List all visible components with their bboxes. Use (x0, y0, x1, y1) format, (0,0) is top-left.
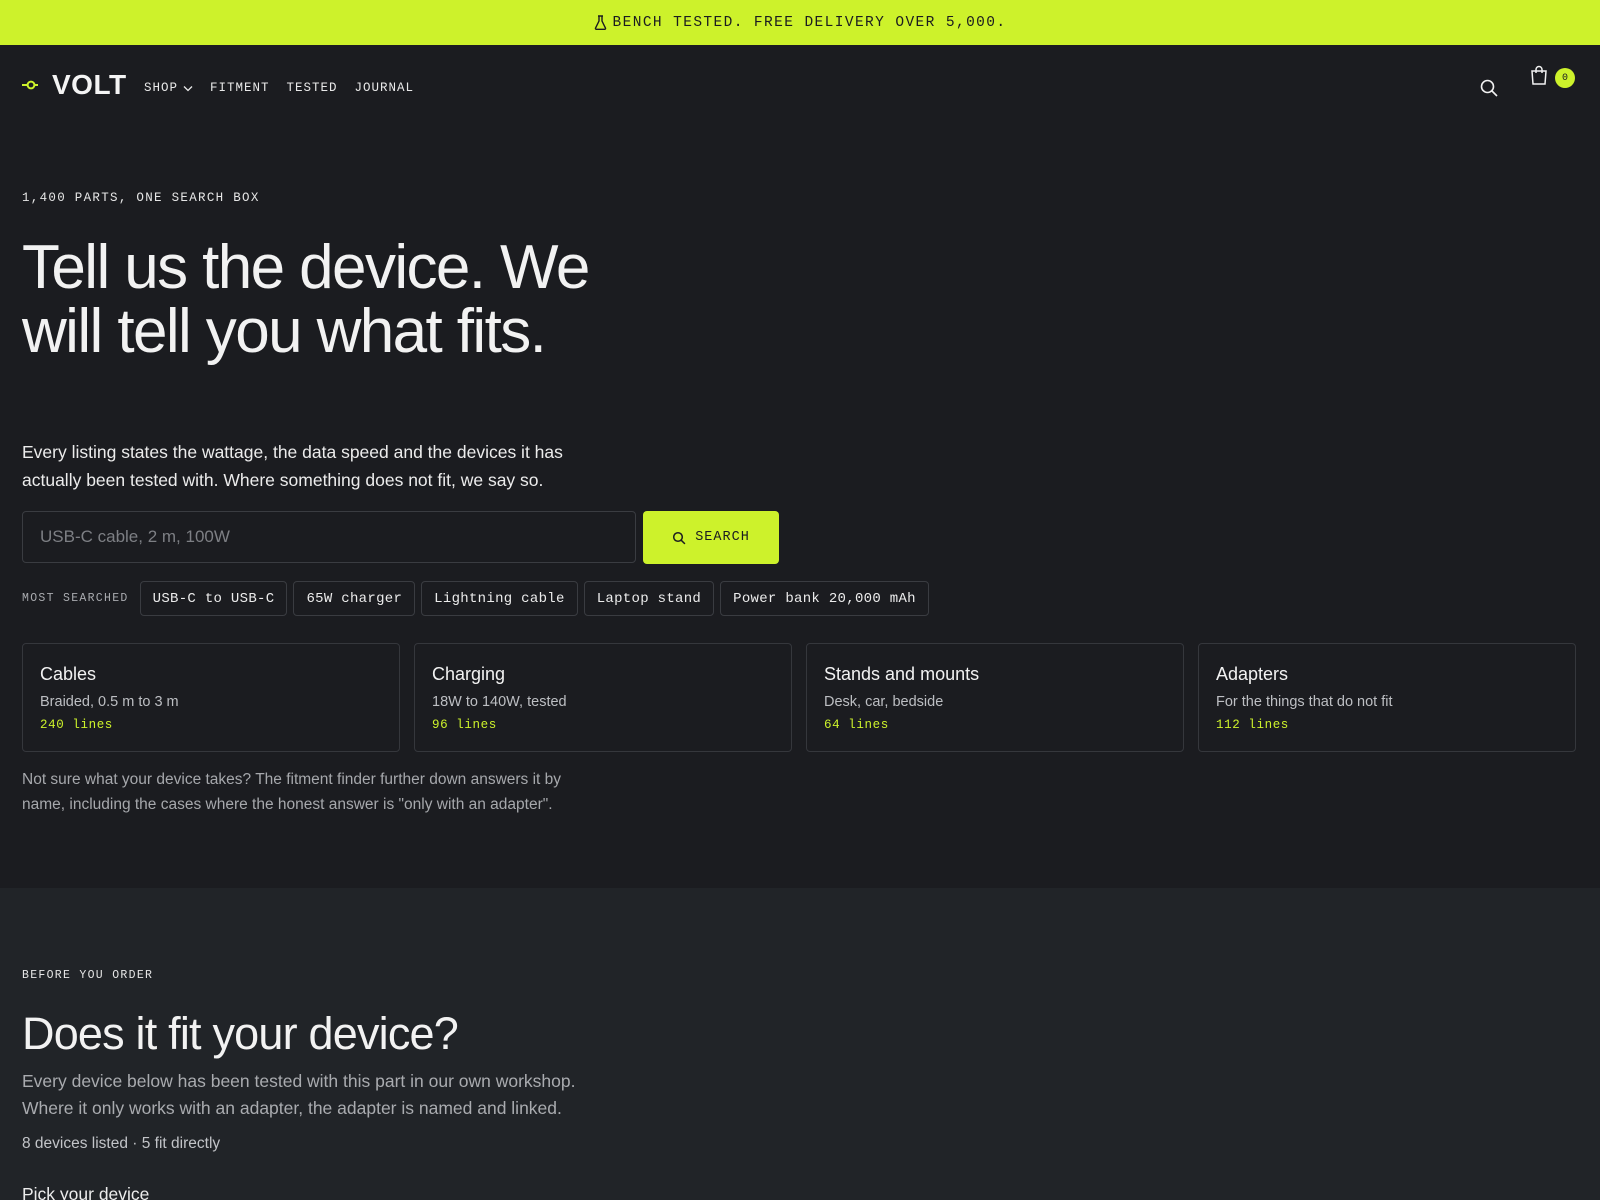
category-title: Adapters (1216, 664, 1289, 684)
search-input[interactable] (22, 511, 636, 563)
flask-icon (594, 15, 606, 30)
category-count: 240 lines (40, 718, 113, 732)
search-chip[interactable]: Laptop stand (583, 581, 715, 616)
search-chip[interactable]: 65W charger (293, 581, 416, 616)
announcement-bar: BENCH TESTED. FREE DELIVERY OVER 5,000. (0, 0, 1600, 45)
search-icon (673, 531, 686, 544)
cart-button[interactable]: 0 (1530, 65, 1578, 91)
pick-device-label: Pick your device (22, 1184, 150, 1200)
category-title: Stands and mounts (824, 664, 980, 684)
category-count: 64 lines (824, 718, 889, 732)
fitment-subtitle: Every device below has been tested with … (22, 1071, 576, 1118)
nav-item-shop[interactable]: SHOP (144, 81, 193, 95)
search-chip[interactable]: Lightning cable (421, 581, 578, 616)
cart-count-badge: 0 (1555, 68, 1575, 88)
search-button-label: SEARCH (695, 530, 750, 545)
plug-logo-icon (22, 80, 38, 90)
category-card-charging[interactable]: Charging 18W to 140W, tested 96 lines (414, 643, 792, 752)
brand-name: VOLT (52, 69, 127, 100)
category-title: Charging (432, 664, 506, 684)
nav-item-journal[interactable]: JOURNAL (355, 81, 415, 95)
category-description: 18W to 140W, tested (432, 694, 567, 710)
main-navigation: VOLT SHOP FITMENT TESTED JOURNAL 0 (0, 45, 1600, 127)
search-form: SEARCH (22, 511, 779, 564)
nav-item-tested[interactable]: TESTED (287, 81, 338, 95)
category-count: 96 lines (432, 718, 497, 732)
hero-title: Tell us the device. We will tell you wha… (22, 233, 590, 366)
fitment-section: BEFORE YOU ORDER Does it fit your device… (0, 888, 1600, 1200)
logo[interactable]: VOLT (22, 69, 127, 101)
chevron-down-icon (183, 85, 193, 91)
fitment-eyebrow: BEFORE YOU ORDER (22, 969, 154, 982)
category-card-adapters[interactable]: Adapters For the things that do not fit … (1198, 643, 1576, 752)
fitment-title: Does it fit your device? (22, 1008, 459, 1059)
announcement-text: BENCH TESTED. FREE DELIVERY OVER 5,000. (612, 14, 1007, 31)
nav-links: SHOP FITMENT TESTED JOURNAL (144, 81, 414, 95)
hero-eyebrow: 1,400 PARTS, ONE SEARCH BOX (22, 191, 260, 205)
fitment-device-count: 8 devices listed · 5 fit directly (22, 1135, 221, 1152)
category-description: Desk, car, bedside (824, 694, 944, 710)
category-description: Braided, 0.5 m to 3 m (40, 694, 179, 710)
category-title: Cables (40, 664, 97, 684)
fitment-finder-note: Not sure what your device takes? The fit… (22, 771, 562, 813)
most-searched-label: MOST SEARCHED (22, 592, 129, 605)
search-chip[interactable]: Power bank 20,000 mAh (720, 581, 929, 616)
search-button[interactable]: SEARCH (643, 511, 779, 564)
most-searched: MOST SEARCHED USB-C to USB-C 65W charger… (22, 581, 929, 616)
category-description: For the things that do not fit (1216, 694, 1393, 710)
category-count: 112 lines (1216, 718, 1289, 732)
category-card-stands-and-mounts[interactable]: Stands and mounts Desk, car, bedside 64 … (806, 643, 1184, 752)
hero-subtitle: Every listing states the wattage, the da… (22, 442, 563, 490)
search-icon[interactable] (1479, 78, 1499, 98)
search-chip[interactable]: USB-C to USB-C (139, 581, 288, 616)
category-cards: Cables Braided, 0.5 m to 3 m 240 lines C… (22, 643, 1576, 752)
shopping-bag-icon (1531, 65, 1547, 85)
nav-item-label: SHOP (144, 81, 179, 95)
category-card-cables[interactable]: Cables Braided, 0.5 m to 3 m 240 lines (22, 643, 400, 752)
nav-item-fitment[interactable]: FITMENT (210, 81, 270, 95)
